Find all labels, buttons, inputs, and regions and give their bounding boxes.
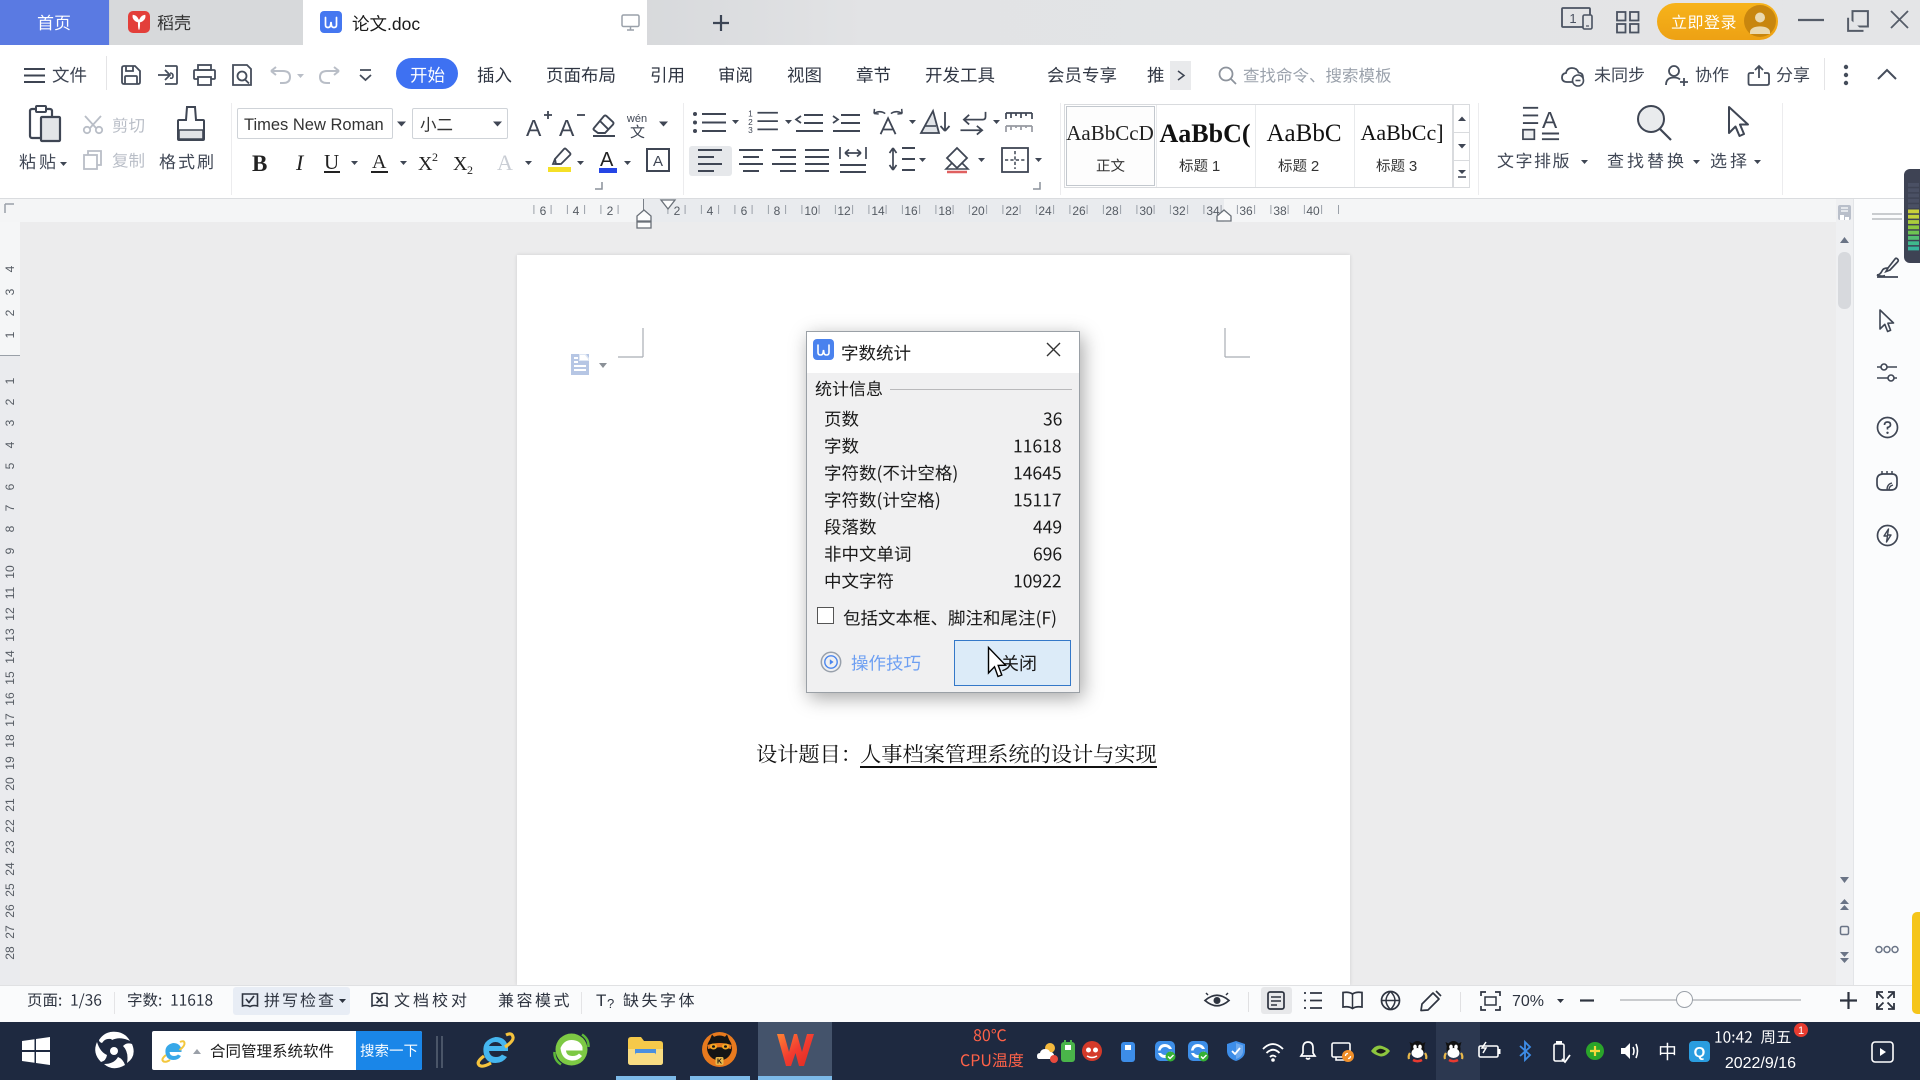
svg-text:14: 14 [3, 650, 17, 664]
svg-text:12: 12 [3, 607, 17, 621]
svg-text:2022/9/16: 2022/9/16 [1725, 1055, 1796, 1072]
svg-text:1: 1 [3, 377, 17, 384]
svg-text:16: 16 [3, 692, 17, 706]
svg-text:3: 3 [748, 125, 753, 135]
svg-text:2: 2 [606, 204, 613, 218]
svg-text:A: A [526, 115, 542, 141]
svg-text:9: 9 [3, 547, 17, 554]
svg-text:16: 16 [904, 204, 918, 218]
svg-text:4: 4 [707, 204, 714, 218]
svg-text:2: 2 [1311, 158, 1319, 175]
svg-text:?: ? [607, 996, 614, 1011]
svg-text:27: 27 [3, 925, 17, 939]
svg-text:4: 4 [3, 441, 17, 448]
svg-text:4: 4 [573, 204, 580, 218]
svg-text:A: A [497, 150, 513, 175]
svg-text:30: 30 [1139, 204, 1153, 218]
svg-text:2: 2 [3, 398, 17, 405]
svg-text:22: 22 [3, 819, 17, 833]
svg-text:AaBbCcD: AaBbCcD [1066, 121, 1154, 145]
svg-text:AaBbC: AaBbC [1267, 120, 1342, 147]
svg-text:1: 1 [1569, 11, 1576, 26]
svg-text:1: 1 [1798, 1025, 1804, 1037]
svg-text:12: 12 [837, 204, 851, 218]
svg-text:20: 20 [3, 777, 17, 791]
svg-text:8: 8 [774, 204, 781, 218]
svg-text:5: 5 [3, 462, 17, 469]
svg-text:3: 3 [3, 288, 17, 295]
svg-text:X: X [453, 153, 468, 175]
svg-text:23: 23 [3, 840, 17, 854]
svg-text:38: 38 [1273, 204, 1287, 218]
svg-text:3: 3 [3, 419, 17, 426]
svg-text:AaBbC(: AaBbC( [1159, 119, 1250, 148]
svg-text:28: 28 [3, 946, 17, 960]
svg-text:18: 18 [938, 204, 952, 218]
svg-text:1: 1 [1212, 158, 1220, 175]
svg-text:4: 4 [3, 265, 17, 272]
svg-text:26: 26 [3, 904, 17, 918]
svg-text:6: 6 [740, 204, 747, 218]
svg-text:2: 2 [467, 163, 473, 177]
svg-text:20: 20 [971, 204, 985, 218]
svg-text:21: 21 [3, 798, 17, 812]
svg-text:AaBbCc]: AaBbCc] [1360, 120, 1443, 145]
svg-text:T: T [596, 991, 606, 1010]
svg-text:15: 15 [3, 671, 17, 685]
svg-text:3: 3 [1409, 158, 1417, 175]
svg-text:A: A [372, 151, 387, 173]
svg-text:A: A [559, 115, 575, 141]
svg-text:24: 24 [3, 862, 17, 876]
svg-text:10: 10 [3, 565, 17, 579]
svg-text:6: 6 [3, 483, 17, 490]
svg-text:A: A [653, 153, 663, 170]
svg-text:2: 2 [432, 150, 438, 164]
svg-text:6: 6 [539, 204, 546, 218]
svg-text:25: 25 [3, 883, 17, 897]
svg-text:B: B [252, 151, 267, 176]
svg-text:2: 2 [3, 309, 17, 316]
svg-text:70%: 70% [1512, 993, 1544, 1010]
svg-text:14: 14 [871, 204, 885, 218]
svg-text:26: 26 [1072, 204, 1086, 218]
svg-text:17: 17 [3, 713, 17, 727]
svg-text:K: K [717, 1059, 722, 1066]
svg-text:28: 28 [1105, 204, 1119, 218]
svg-text:32: 32 [1172, 204, 1186, 218]
svg-text:36: 36 [1239, 204, 1253, 218]
svg-text:A: A [1542, 107, 1558, 133]
svg-text:Times New Roman: Times New Roman [244, 116, 384, 134]
svg-text:8: 8 [3, 525, 17, 532]
svg-text:Q: Q [1694, 1044, 1706, 1061]
svg-text:1: 1 [3, 331, 17, 338]
svg-text:24: 24 [1038, 204, 1052, 218]
svg-text:论文.doc: 论文.doc [352, 14, 420, 34]
svg-text:X: X [418, 153, 433, 175]
svg-text:18: 18 [3, 734, 17, 748]
svg-text:40: 40 [1306, 204, 1320, 218]
svg-text:13: 13 [3, 628, 17, 642]
svg-text:7: 7 [3, 504, 17, 511]
svg-text:22: 22 [1005, 204, 1019, 218]
svg-text:19: 19 [3, 756, 17, 770]
svg-text:10: 10 [804, 204, 818, 218]
svg-text:11: 11 [3, 586, 17, 599]
